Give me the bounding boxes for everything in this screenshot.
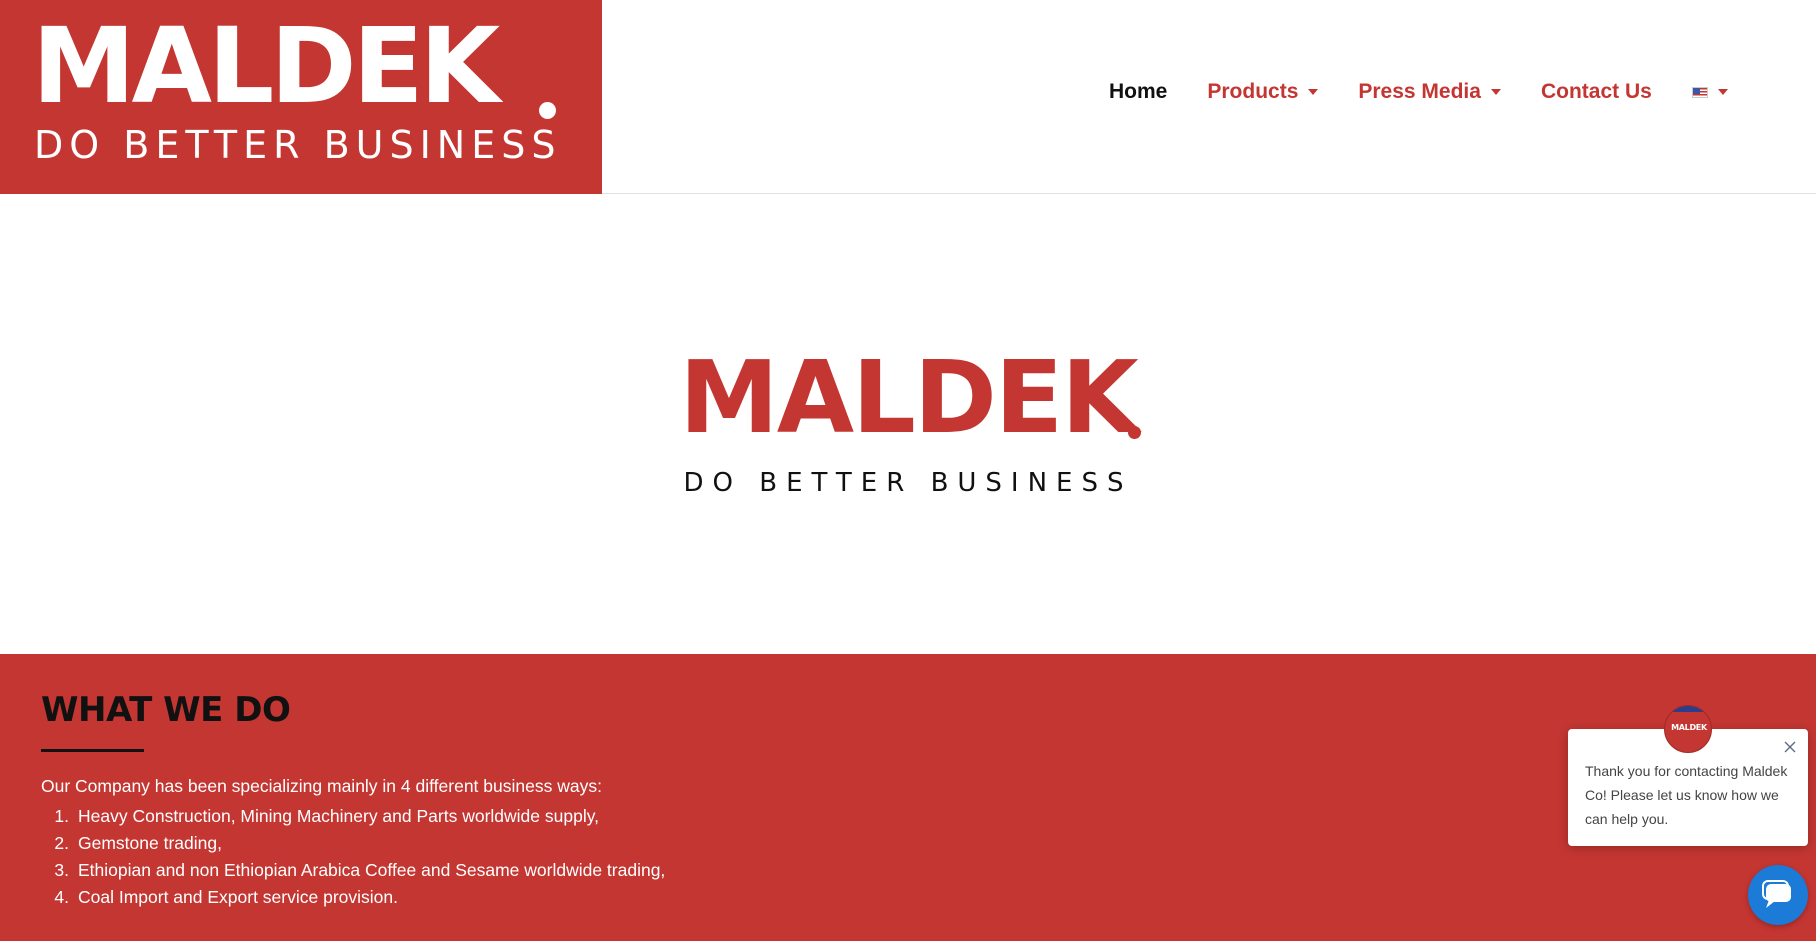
list-item: 2. Gemstone trading, — [41, 830, 665, 857]
section-intro: Our Company has been specializing mainly… — [41, 776, 602, 796]
list-number: 1. — [54, 806, 69, 826]
nav-press-media-label: Press Media — [1358, 80, 1481, 103]
language-switcher[interactable] — [1691, 86, 1728, 98]
chat-avatar: MALDEK — [1664, 705, 1712, 753]
hero-title: MALDEK — [679, 339, 1138, 456]
chat-launcher-button[interactable] — [1748, 865, 1808, 925]
close-icon[interactable] — [1782, 739, 1798, 755]
list-text: Heavy Construction, Mining Machinery and… — [78, 806, 600, 826]
chevron-down-icon — [1490, 89, 1501, 95]
list-text: Gemstone trading, — [78, 833, 222, 853]
site-logo[interactable]: MALDEK DO BETTER BUSINESS — [0, 0, 602, 194]
what-we-do-section: WHAT WE DO Our Company has been speciali… — [0, 654, 1816, 941]
nav-home-label: Home — [1109, 80, 1168, 103]
nav-contact-us[interactable]: Contact Us — [1541, 80, 1652, 104]
nav-products[interactable]: Products — [1207, 80, 1319, 104]
section-heading: WHAT WE DO — [41, 690, 291, 730]
nav-products-label: Products — [1207, 80, 1299, 103]
main-nav: Home Products Press Media Contact Us — [1109, 80, 1728, 104]
us-flag-icon — [1691, 86, 1708, 98]
hero-tagline: DO BETTER BUSINESS — [683, 468, 1133, 498]
avatar-logo: MALDEK — [1671, 723, 1707, 732]
list-number: 2. — [54, 833, 69, 853]
hero-title-wrap: MALDEK — [0, 348, 1816, 448]
hero-dot — [1128, 426, 1141, 439]
logo-dot — [539, 102, 556, 119]
chevron-down-icon — [1717, 89, 1728, 95]
nav-contact-us-label: Contact Us — [1540, 80, 1652, 103]
list-item: 4. Coal Import and Export service provis… — [41, 884, 665, 911]
nav-home[interactable]: Home — [1109, 80, 1167, 104]
site-header: MALDEK DO BETTER BUSINESS Home Products … — [0, 0, 1816, 194]
chat-bubble-icon — [1762, 880, 1791, 908]
list-number: 4. — [54, 887, 69, 907]
avatar-banner — [1665, 706, 1711, 712]
list-number: 3. — [54, 860, 69, 880]
list-item: 3. Ethiopian and non Ethiopian Arabica C… — [41, 857, 665, 884]
business-list: 1. Heavy Construction, Mining Machinery … — [41, 803, 665, 911]
logo-wordmark: MALDEK — [32, 5, 500, 127]
chevron-down-icon — [1308, 89, 1319, 95]
list-text: Coal Import and Export service provision… — [78, 887, 398, 907]
nav-press-media[interactable]: Press Media — [1358, 80, 1501, 104]
heading-underline — [41, 749, 144, 752]
logo-tagline: DO BETTER BUSINESS — [34, 123, 562, 167]
chat-message: Thank you for contacting Maldek Co! Plea… — [1585, 763, 1788, 827]
list-item: 1. Heavy Construction, Mining Machinery … — [41, 803, 665, 830]
list-text: Ethiopian and non Ethiopian Arabica Coff… — [78, 860, 666, 880]
